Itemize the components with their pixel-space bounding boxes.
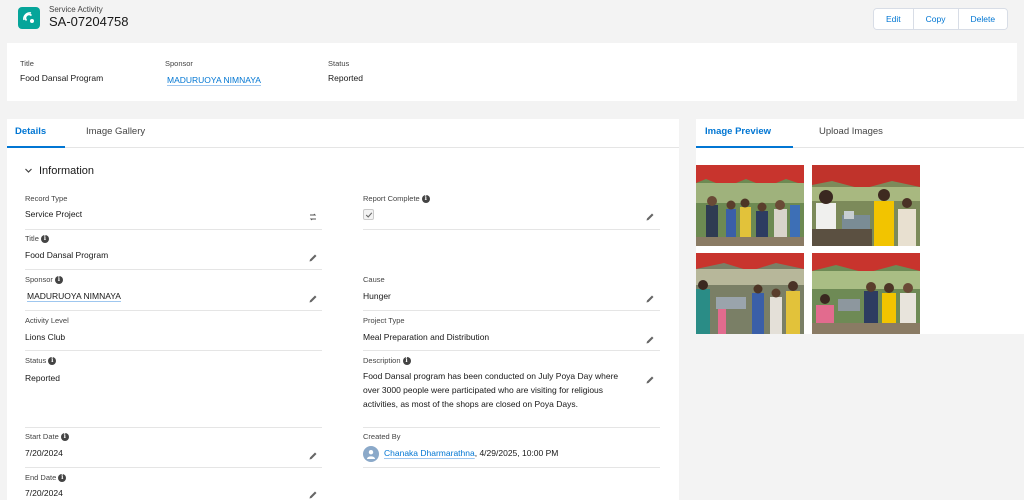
title-value: Food Dansal Program (25, 250, 109, 260)
tab-image-preview[interactable]: Image Preview (705, 126, 771, 137)
field-divider (25, 350, 322, 351)
cause-value: Hunger (363, 291, 391, 301)
tab-upload-images[interactable]: Upload Images (819, 126, 883, 137)
tab-details[interactable]: Details (15, 126, 46, 137)
sponsor-link[interactable]: MADURUOYA NIMNAYA (27, 291, 121, 301)
info-icon[interactable]: i (58, 473, 67, 482)
field-divider (25, 427, 322, 428)
info-icon[interactable]: i (54, 275, 63, 284)
delete-button[interactable]: Delete (958, 9, 1008, 29)
edit-pencil-icon[interactable] (644, 374, 656, 386)
object-type-label: Service Activity (49, 5, 103, 14)
created-by-label: Created By (363, 432, 401, 441)
status-value: Reported (25, 373, 60, 383)
activity-level-value: Lions Club (25, 332, 66, 342)
edit-pencil-icon[interactable] (644, 211, 656, 223)
created-by-date: , 4/29/2025, 10:00 PM (474, 448, 559, 458)
info-icon[interactable]: i (402, 356, 411, 365)
project-type-label: Project Type (363, 316, 405, 325)
record-type-label: Record Type (25, 194, 68, 203)
gallery-photo[interactable] (696, 165, 804, 246)
field-divider (25, 269, 322, 270)
tab-active-indicator (696, 146, 793, 148)
highlight-status-value: Reported (328, 73, 363, 83)
report-complete-checkbox (363, 209, 374, 220)
highlight-title-label: Title (20, 59, 34, 68)
gallery-photo[interactable] (696, 253, 804, 334)
tab-image-gallery[interactable]: Image Gallery (86, 126, 145, 137)
created-by-user-link[interactable]: Chanaka Dharmarathna (384, 448, 475, 458)
record-header (0, 0, 1024, 42)
sponsor-label: Sponsor i (25, 275, 63, 284)
gallery-photo[interactable] (812, 165, 920, 246)
field-divider (363, 427, 660, 428)
edit-pencil-icon[interactable] (307, 489, 319, 500)
chevron-down-icon[interactable] (24, 166, 33, 177)
edit-button[interactable]: Edit (874, 9, 914, 29)
highlight-status-label: Status (328, 59, 350, 68)
description-label: Description i (363, 356, 411, 365)
action-button-group: Edit Copy Delete (873, 8, 1009, 30)
section-title-information[interactable]: Information (39, 165, 94, 177)
field-divider (363, 310, 660, 311)
record-name: SA-07204758 (49, 14, 129, 29)
field-divider (363, 467, 660, 468)
tab-active-indicator (7, 146, 65, 148)
field-divider (25, 310, 322, 311)
edit-pencil-icon[interactable] (644, 334, 656, 346)
highlight-sponsor-label: Sponsor (165, 59, 193, 68)
highlight-sponsor-link[interactable]: MADURUOYA NIMNAYA (167, 75, 261, 85)
highlights-panel (7, 43, 1017, 101)
report-complete-label: Report Complete i (363, 194, 430, 203)
start-date-label: Start Date i (25, 432, 69, 441)
tab-divider (7, 147, 679, 148)
field-divider (363, 350, 660, 351)
field-divider (25, 467, 322, 468)
activity-level-label: Activity Level (25, 316, 69, 325)
info-icon[interactable]: i (421, 194, 430, 203)
project-type-value: Meal Preparation and Distribution (363, 332, 490, 342)
edit-pencil-icon[interactable] (307, 450, 319, 462)
edit-pencil-icon[interactable] (644, 293, 656, 305)
cause-label: Cause (363, 275, 385, 284)
service-activity-icon (18, 7, 40, 29)
start-date-value: 7/20/2024 (25, 448, 63, 458)
title-label: Title i (25, 234, 49, 243)
record-type-value: Service Project (25, 209, 83, 219)
checkmark-icon (365, 211, 372, 218)
info-icon[interactable]: i (48, 356, 57, 365)
edit-pencil-icon[interactable] (307, 293, 319, 305)
gallery-photo[interactable] (812, 253, 920, 334)
info-icon[interactable]: i (60, 432, 69, 441)
info-icon[interactable]: i (40, 234, 49, 243)
end-date-label: End Date i (25, 473, 67, 482)
user-avatar-icon[interactable] (363, 446, 379, 462)
field-divider (25, 229, 322, 230)
description-value: Food Dansal program has been conducted o… (363, 371, 619, 409)
copy-button[interactable]: Copy (913, 9, 959, 29)
change-record-type-icon[interactable] (307, 211, 319, 223)
field-divider (363, 229, 660, 230)
edit-pencil-icon[interactable] (307, 252, 319, 264)
created-by-value: Chanaka Dharmarathna, 4/29/2025, 10:00 P… (384, 448, 558, 458)
end-date-value: 7/20/2024 (25, 488, 63, 498)
status-label: Status i (25, 356, 57, 365)
highlight-title-value: Food Dansal Program (20, 73, 104, 83)
